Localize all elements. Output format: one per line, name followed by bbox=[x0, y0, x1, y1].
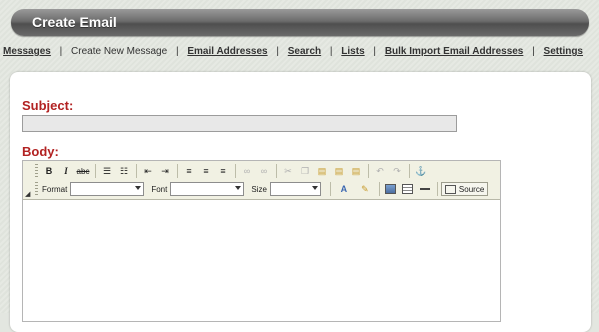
nav-create-new-message: Create New Message bbox=[71, 46, 168, 57]
toolbar-separator bbox=[136, 164, 137, 178]
nav-lists-link[interactable]: Lists bbox=[341, 46, 364, 57]
title-bar: Create Email bbox=[11, 9, 589, 36]
image-icon[interactable] bbox=[383, 182, 399, 197]
font-label: Font bbox=[151, 184, 168, 194]
size-label: Size bbox=[251, 184, 267, 194]
toolbar-separator bbox=[436, 182, 438, 196]
toolbar-row-1: B I abc ☰ ☷ ⇤ ⇥ ≡ ≡ ≡ ∞ ∞ ✂ ❐ ▤ ▤ ▤ ↶ ↷ bbox=[35, 163, 430, 179]
bulleted-list-icon[interactable]: ☷ bbox=[116, 164, 132, 179]
format-dropdown[interactable] bbox=[70, 182, 145, 196]
toolbar-separator bbox=[276, 164, 277, 178]
unlink-icon[interactable]: ∞ bbox=[256, 164, 272, 179]
nav-bulk-import-link[interactable]: Bulk Import Email Addresses bbox=[385, 46, 524, 57]
redo-icon[interactable]: ↷ bbox=[389, 164, 405, 179]
nav-separator: | bbox=[59, 46, 63, 57]
cut-icon[interactable]: ✂ bbox=[280, 164, 296, 179]
format-label: Format bbox=[42, 184, 68, 194]
nav-separator: | bbox=[532, 46, 535, 57]
toolbar-separator bbox=[329, 182, 331, 196]
toolbar-grip bbox=[35, 182, 38, 196]
nav-email-addresses-link[interactable]: Email Addresses bbox=[187, 46, 267, 57]
toolbar-collapse-icon[interactable]: ◢ bbox=[25, 190, 30, 198]
indent-icon[interactable]: ⇥ bbox=[157, 164, 173, 179]
font-dropdown[interactable] bbox=[170, 182, 245, 196]
toolbar-separator bbox=[235, 164, 236, 178]
background-color-icon[interactable]: ✎ bbox=[355, 182, 375, 197]
link-icon[interactable]: ∞ bbox=[239, 164, 255, 179]
toolbar-separator bbox=[368, 164, 369, 178]
source-label: Source bbox=[458, 184, 485, 194]
nav-messages-link[interactable]: Messages bbox=[3, 46, 51, 57]
chevron-down-icon bbox=[235, 186, 242, 190]
italic-icon[interactable]: I bbox=[58, 164, 74, 179]
text-color-icon[interactable]: A bbox=[334, 182, 354, 197]
rich-text-editor: ◢ B I abc ☰ ☷ ⇤ ⇥ ≡ ≡ ≡ ∞ ∞ ✂ ❐ ▤ ▤ ▤ ↶ … bbox=[22, 160, 501, 322]
undo-icon[interactable]: ↶ bbox=[372, 164, 388, 179]
numbered-list-icon[interactable]: ☰ bbox=[99, 164, 115, 179]
nav-separator: | bbox=[276, 46, 279, 57]
toolbar-separator bbox=[177, 164, 178, 178]
align-center-icon[interactable]: ≡ bbox=[198, 164, 214, 179]
toolbar-row-2: Format Font Size A ✎ Source bbox=[35, 181, 489, 197]
nav-search-link[interactable]: Search bbox=[288, 46, 321, 57]
align-right-icon[interactable]: ≡ bbox=[215, 164, 231, 179]
editor-content-area[interactable] bbox=[23, 200, 500, 321]
table-icon[interactable] bbox=[400, 182, 416, 197]
anchor-icon[interactable]: ⚓ bbox=[413, 164, 429, 179]
subject-label: Subject: bbox=[22, 98, 74, 113]
top-navigation: Messages | Create New Message | Email Ad… bbox=[3, 46, 583, 57]
strikethrough-icon[interactable]: abc bbox=[75, 164, 91, 179]
horizontal-rule-icon[interactable] bbox=[417, 182, 433, 197]
nav-separator: | bbox=[175, 46, 179, 57]
copy-icon[interactable]: ❐ bbox=[297, 164, 313, 179]
bold-icon[interactable]: B bbox=[41, 164, 57, 179]
align-left-icon[interactable]: ≡ bbox=[181, 164, 197, 179]
nav-separator: | bbox=[329, 46, 333, 57]
nav-settings-link[interactable]: Settings bbox=[544, 46, 583, 57]
chevron-down-icon bbox=[135, 186, 142, 190]
page-title: Create Email bbox=[32, 14, 117, 30]
toolbar-separator bbox=[409, 164, 410, 178]
subject-input[interactable] bbox=[22, 115, 457, 132]
chevron-down-icon bbox=[311, 186, 318, 190]
source-button[interactable]: Source bbox=[440, 182, 489, 196]
toolbar-separator bbox=[378, 182, 380, 196]
toolbar-separator bbox=[95, 164, 96, 178]
paste-text-icon[interactable]: ▤ bbox=[331, 164, 347, 179]
paste-icon[interactable]: ▤ bbox=[314, 164, 330, 179]
editor-toolbar: ◢ B I abc ☰ ☷ ⇤ ⇥ ≡ ≡ ≡ ∞ ∞ ✂ ❐ ▤ ▤ ▤ ↶ … bbox=[23, 161, 500, 200]
size-dropdown[interactable] bbox=[269, 182, 321, 196]
toolbar-grip bbox=[35, 164, 38, 178]
source-icon bbox=[444, 184, 456, 194]
body-label: Body: bbox=[22, 144, 59, 159]
nav-separator: | bbox=[373, 46, 377, 57]
paste-word-icon[interactable]: ▤ bbox=[348, 164, 364, 179]
outdent-icon[interactable]: ⇤ bbox=[140, 164, 156, 179]
